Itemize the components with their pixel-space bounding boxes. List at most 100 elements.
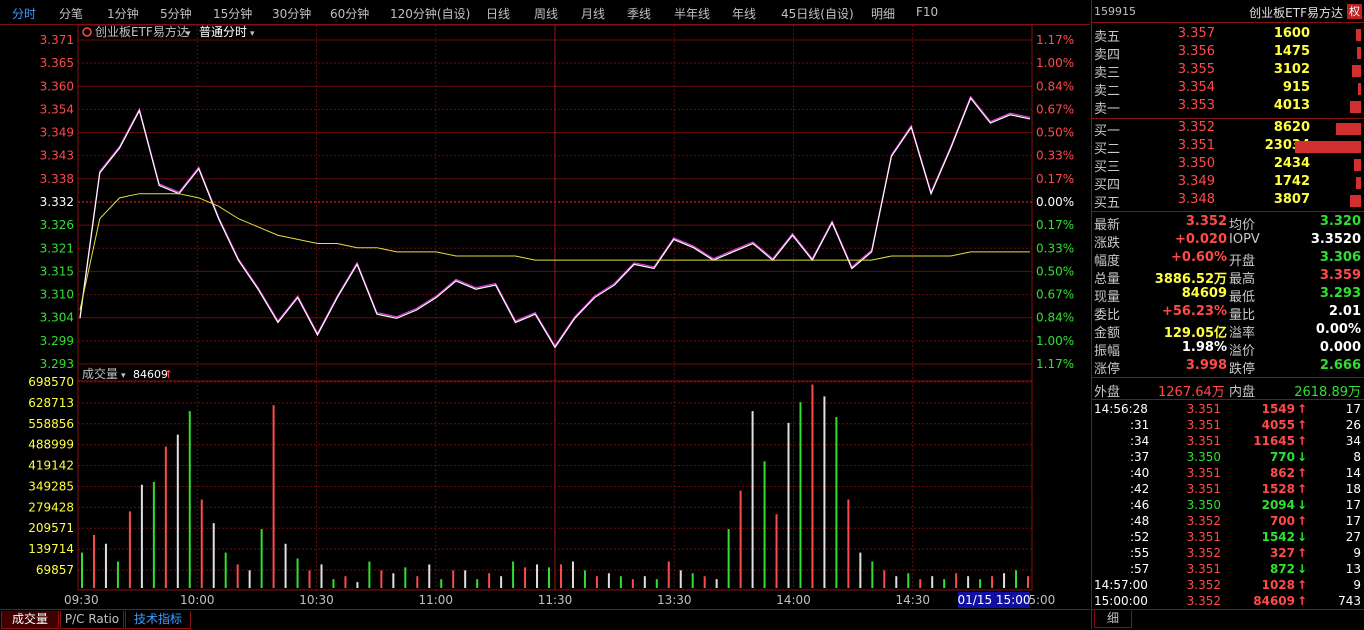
stat-row: 金额 129.05亿 溢率 0.00% xyxy=(1092,322,1364,341)
stat-value: 3.998 xyxy=(1185,358,1227,373)
price-axis-label: 3.304 xyxy=(40,311,74,325)
arrow-up-icon: ↑ xyxy=(1296,418,1307,432)
tab-volume[interactable]: 成交量 xyxy=(1,611,59,629)
time-axis-label: 10:30 xyxy=(299,593,334,607)
percent-axis-label: 0.17% xyxy=(1036,218,1074,232)
rights-badge[interactable]: 权 xyxy=(1347,4,1362,19)
outer-inner-row: 外盘 1267.64万 内盘 2618.89万 xyxy=(1092,381,1364,400)
tick-price: 3.350 xyxy=(1186,498,1221,512)
tick-count: 13 xyxy=(1345,562,1361,576)
tick-price: 3.351 xyxy=(1186,434,1221,448)
stat-value: 129.05亿 xyxy=(1163,326,1227,341)
stat-row: 总量 3886.52万 最高 3.359 xyxy=(1092,268,1364,287)
bids-volume-bar xyxy=(1295,141,1361,153)
tick-price: 3.351 xyxy=(1186,482,1221,496)
arrow-up-icon: ↑ xyxy=(1296,546,1307,560)
asks-row[interactable]: 卖三 3.355 3102 xyxy=(1092,62,1364,81)
tick-count: 14 xyxy=(1345,466,1361,480)
stat-value: 0.000 xyxy=(1319,340,1361,355)
tick-count: 8 xyxy=(1353,450,1361,464)
time-axis-label: 11:30 xyxy=(538,593,573,607)
bids-row[interactable]: 买四 3.349 1742 xyxy=(1092,174,1364,193)
tab-pc-ratio[interactable]: P/C Ratio xyxy=(60,611,124,629)
volume-axis-label: 209571 xyxy=(28,521,74,535)
tick-time: :42 xyxy=(1130,482,1150,496)
bids-volume: 8620 xyxy=(1273,120,1310,135)
bids-label: 买一 xyxy=(1094,124,1121,139)
percent-axis-label: 0.17% xyxy=(1036,172,1074,186)
tick-price: 3.352 xyxy=(1186,514,1221,528)
tick-row: :52 3.351 1542 ↓ 27 xyxy=(1092,530,1364,546)
stat-label: 最高 xyxy=(1229,272,1256,287)
bids-row[interactable]: 买三 3.350 2434 xyxy=(1092,156,1364,175)
tick-row: :55 3.352 327 ↑ 9 xyxy=(1092,546,1364,562)
percent-axis-label: 0.67% xyxy=(1036,288,1074,302)
bids-volume: 3807 xyxy=(1273,192,1310,207)
bids-volume-bar xyxy=(1350,195,1361,207)
tick-time: :34 xyxy=(1130,434,1150,448)
tick-row: :48 3.352 700 ↑ 17 xyxy=(1092,514,1364,530)
stat-value: 3.306 xyxy=(1319,250,1361,265)
bids-row[interactable]: 买二 3.351 23034 xyxy=(1092,138,1364,157)
price-axis-label: 3.315 xyxy=(40,264,74,278)
tick-volume: 4055 xyxy=(1261,418,1295,432)
stat-label: 振幅 xyxy=(1094,344,1121,359)
price-axis-label: 3.360 xyxy=(40,79,74,93)
price-axis-label: 3.326 xyxy=(40,218,74,232)
bids-row[interactable]: 买五 3.348 3807 xyxy=(1092,192,1364,211)
tick-time: :31 xyxy=(1130,418,1150,432)
detail-tab[interactable]: 细 xyxy=(1094,610,1132,628)
stat-value: 0.00% xyxy=(1315,322,1361,337)
stat-value: 3.320 xyxy=(1319,214,1361,229)
asks-row[interactable]: 卖一 3.353 4013 xyxy=(1092,98,1364,117)
arrow-up-icon: ↑ xyxy=(1296,514,1307,528)
percent-axis-label: 1.17% xyxy=(1036,357,1074,371)
tick-row: 14:57:00 3.352 1028 ↑ 9 xyxy=(1092,578,1364,594)
stat-row: 涨停 3.998 跌停 2.666 xyxy=(1092,358,1364,377)
stat-row: 最新 3.352 均价 3.320 xyxy=(1092,214,1364,233)
time-axis-label: 10:00 xyxy=(180,593,215,607)
percent-axis-label: 0.50% xyxy=(1036,126,1074,140)
stat-label: 最新 xyxy=(1094,218,1121,233)
chart-area: 3.371 1.17% 3.365 1.00% 3.360 0.84% 3.354 0.67%… xyxy=(28,24,1074,608)
price-axis-label: 3.338 xyxy=(40,172,74,186)
tick-time: 15:00:00 xyxy=(1094,594,1148,608)
tick-price: 3.351 xyxy=(1186,530,1221,544)
percent-axis-label: 1.17% xyxy=(1036,33,1074,47)
tick-price: 3.352 xyxy=(1186,578,1221,592)
arrow-down-icon: ↓ xyxy=(1296,530,1307,544)
asks-label: 卖五 xyxy=(1094,30,1121,45)
arrow-down-icon: ↓ xyxy=(1296,562,1307,576)
asks-row[interactable]: 卖五 3.357 1600 xyxy=(1092,26,1364,45)
tick-count: 27 xyxy=(1345,530,1361,544)
volume-axis-label: 698570 xyxy=(28,375,74,389)
tick-count: 18 xyxy=(1345,482,1361,496)
percent-axis-label: 0.84% xyxy=(1036,311,1074,325)
asks-row[interactable]: 卖二 3.354 915 xyxy=(1092,80,1364,99)
price-axis-label: 3.321 xyxy=(40,241,74,255)
arrow-up-icon: ↑ xyxy=(1296,434,1307,448)
tick-price: 3.351 xyxy=(1186,562,1221,576)
asks-price: 3.354 xyxy=(1177,80,1215,95)
volume-axis-label: 279428 xyxy=(28,500,74,514)
asks-row[interactable]: 卖四 3.356 1475 xyxy=(1092,44,1364,63)
stat-row: 现量 84609 最低 3.293 xyxy=(1092,286,1364,305)
volume-axis-label: 349285 xyxy=(28,479,74,493)
tick-price: 3.351 xyxy=(1186,402,1221,416)
bids-row[interactable]: 买一 3.352 8620 xyxy=(1092,120,1364,139)
tick-time: :57 xyxy=(1130,562,1150,576)
time-axis-label: 13:30 xyxy=(657,593,692,607)
stat-label: 均价 xyxy=(1229,218,1256,233)
stat-label: 委比 xyxy=(1094,308,1121,323)
tab-indicators[interactable]: 技术指标 xyxy=(125,611,191,629)
tick-volume: 1028 xyxy=(1261,578,1295,592)
asks-volume-bar xyxy=(1357,47,1361,59)
stat-row: 幅度 +0.60% 开盘 3.306 xyxy=(1092,250,1364,269)
tick-price: 3.351 xyxy=(1186,418,1221,432)
stat-value: +56.23% xyxy=(1161,304,1227,319)
instrument-title: 创业板ETF易方达 xyxy=(95,24,189,39)
asks-volume: 1475 xyxy=(1273,44,1310,59)
stat-label: 现量 xyxy=(1094,290,1121,305)
tick-count: 17 xyxy=(1345,498,1361,512)
chart-mode-selector[interactable]: 普通分时 xyxy=(199,25,247,39)
